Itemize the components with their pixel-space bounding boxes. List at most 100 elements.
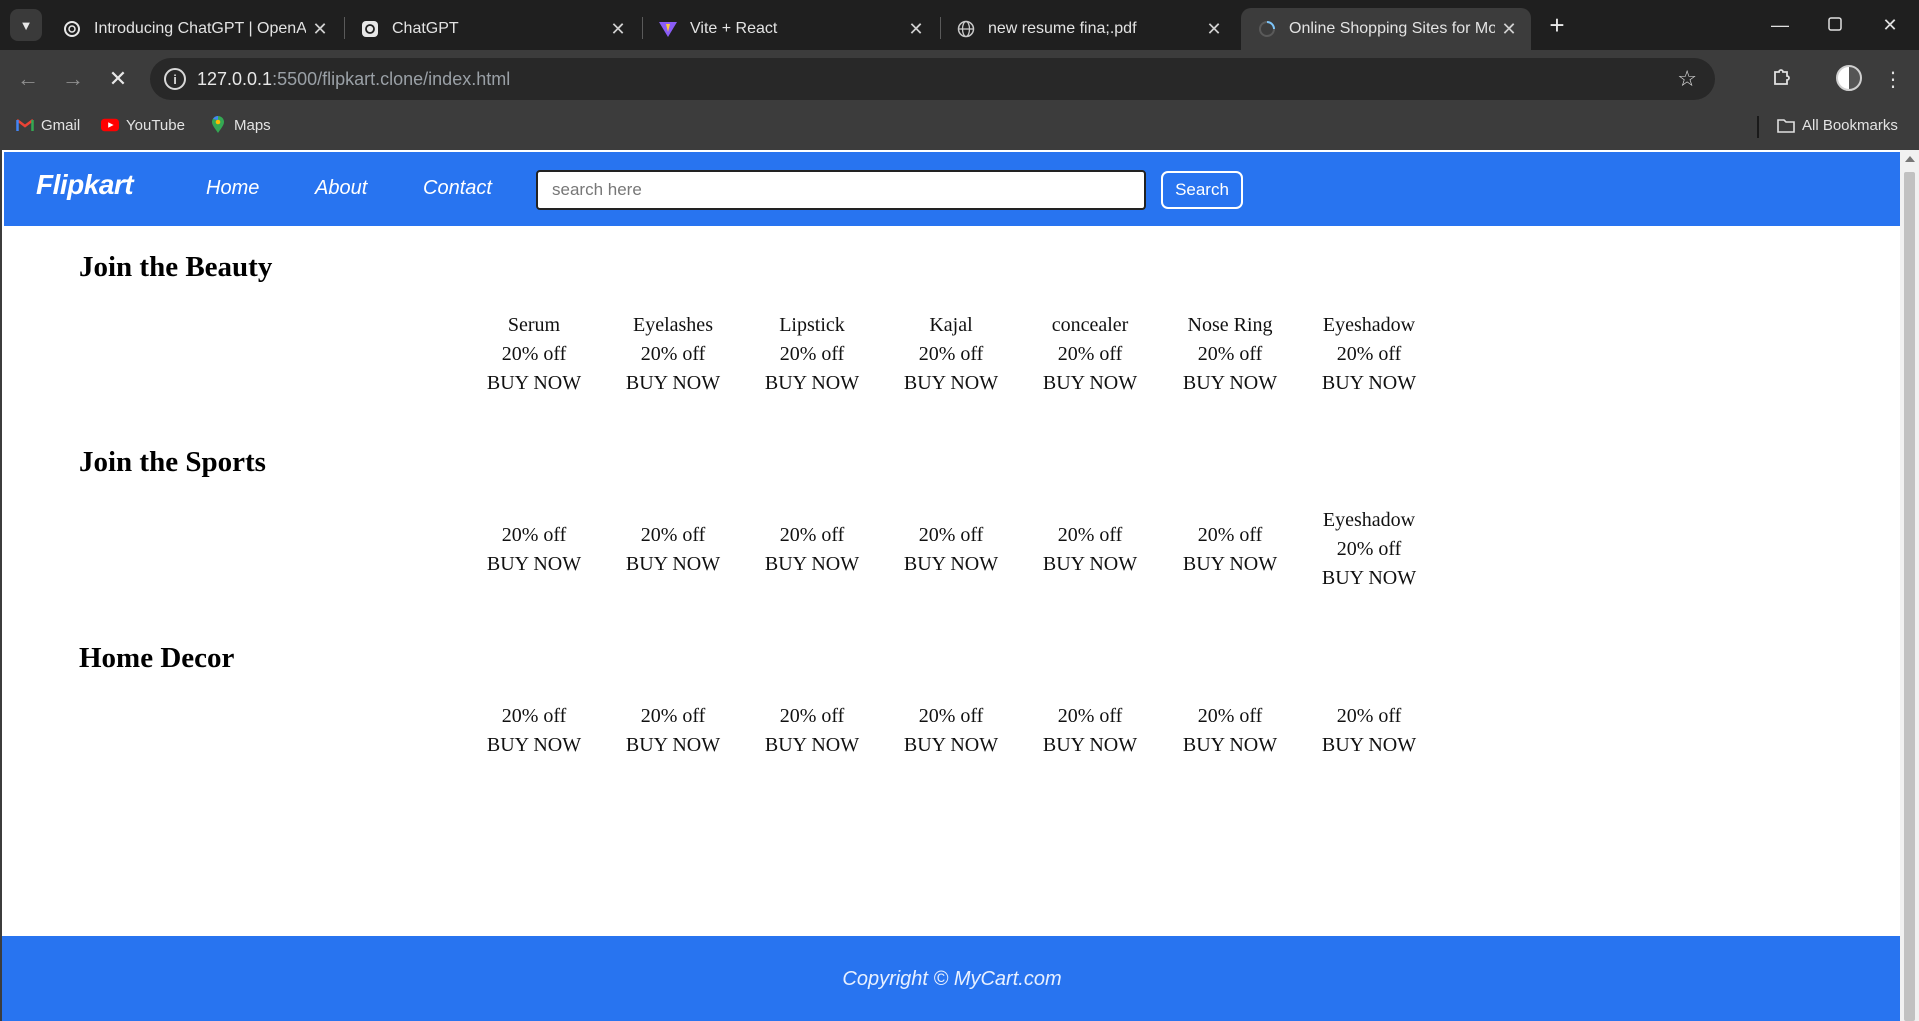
buy-now-button[interactable]: BUY NOW	[742, 731, 882, 760]
product-card[interactable]: Kajal 20% off BUY NOW	[881, 311, 1021, 398]
nav-link-about[interactable]: About	[315, 177, 367, 200]
product-card[interactable]: 20% off BUY NOW	[881, 521, 1021, 579]
tab-title: Vite + React	[690, 20, 778, 37]
nav-link-home[interactable]: Home	[206, 177, 259, 200]
product-card[interactable]: concealer 20% off BUY NOW	[1020, 311, 1160, 398]
youtube-icon	[101, 116, 119, 134]
product-name: Eyeshadow	[1322, 314, 1416, 336]
product-card[interactable]: 20% off BUY NOW	[1020, 702, 1160, 760]
new-tab-button[interactable]: +	[1541, 8, 1573, 42]
product-card[interactable]: 20% off BUY NOW	[603, 521, 743, 579]
tab-title: Introducing ChatGPT | OpenAI	[94, 20, 306, 37]
bookmark-youtube[interactable]: YouTube	[101, 116, 185, 134]
close-icon[interactable]: ✕	[902, 19, 930, 40]
buy-now-button[interactable]: BUY NOW	[1160, 369, 1300, 398]
product-card[interactable]: 20% off BUY NOW	[1160, 702, 1300, 760]
minimize-button[interactable]: —	[1752, 0, 1808, 50]
chevron-down-icon: ▼	[19, 17, 33, 33]
close-icon[interactable]: ✕	[604, 19, 632, 40]
close-icon[interactable]: ✕	[306, 19, 334, 40]
close-icon: ✕	[1882, 14, 1898, 35]
bookmark-maps[interactable]: Maps	[209, 116, 271, 134]
tab-title: Online Shopping Sites for Mobi	[1289, 20, 1495, 37]
close-icon[interactable]: ✕	[1200, 19, 1228, 40]
product-card[interactable]: 20% off BUY NOW	[1020, 521, 1160, 579]
profile-avatar[interactable]	[1836, 65, 1862, 91]
all-bookmarks-button[interactable]: All Bookmarks	[1777, 116, 1898, 134]
brand-logo[interactable]: Flipkart	[36, 169, 134, 201]
browser-menu-button[interactable]: ⋮	[1877, 63, 1909, 95]
product-card[interactable]: 20% off BUY NOW	[1160, 521, 1300, 579]
forward-button[interactable]: →	[57, 63, 89, 95]
vite-icon	[658, 19, 678, 39]
buy-now-button[interactable]: BUY NOW	[603, 369, 743, 398]
page-viewport: Flipkart Home About Contact Search Join …	[0, 150, 1900, 1021]
kebab-menu-icon: ⋮	[1883, 68, 1903, 91]
product-card[interactable]: 20% off BUY NOW	[1299, 702, 1439, 760]
buy-now-button[interactable]: BUY NOW	[464, 550, 604, 579]
back-button[interactable]: ←	[12, 63, 44, 95]
scroll-up-arrow-icon[interactable]	[1905, 156, 1915, 162]
product-card[interactable]: 20% off BUY NOW	[464, 521, 604, 579]
product-card[interactable]: 20% off BUY NOW	[881, 702, 1021, 760]
buy-now-button[interactable]: BUY NOW	[881, 369, 1021, 398]
site-info-icon[interactable]: i	[164, 68, 186, 90]
product-name: Lipstick	[779, 314, 845, 336]
arrow-left-icon: ←	[17, 66, 39, 91]
buy-now-button[interactable]: BUY NOW	[1020, 731, 1160, 760]
product-card[interactable]: 20% off BUY NOW	[464, 702, 604, 760]
buy-now-button[interactable]: BUY NOW	[464, 369, 604, 398]
product-card[interactable]: 20% off BUY NOW	[603, 702, 743, 760]
tab-title: ChatGPT	[392, 20, 459, 37]
product-discount: 20% off	[640, 524, 706, 546]
buy-now-button[interactable]: BUY NOW	[881, 550, 1021, 579]
buy-now-button[interactable]: BUY NOW	[1020, 550, 1160, 579]
section-title-beauty: Join the Beauty	[79, 251, 273, 283]
address-bar[interactable]: i 127.0.0.1:5500/flipkart.clone/index.ht…	[150, 58, 1715, 100]
close-icon: ✕	[108, 66, 128, 91]
browser-tab[interactable]: ChatGPT ✕	[344, 8, 640, 50]
site-navbar: Flipkart Home About Contact Search	[4, 152, 1900, 226]
product-card[interactable]: Nose Ring 20% off BUY NOW	[1160, 311, 1300, 398]
product-card[interactable]: Lipstick 20% off BUY NOW	[742, 311, 882, 398]
buy-now-button[interactable]: BUY NOW	[742, 550, 882, 579]
globe-icon	[956, 19, 976, 39]
gmail-icon	[16, 116, 34, 134]
buy-now-button[interactable]: BUY NOW	[881, 731, 1021, 760]
bookmark-gmail[interactable]: Gmail	[16, 116, 80, 134]
buy-now-button[interactable]: BUY NOW	[1299, 369, 1439, 398]
page-scrollbar[interactable]	[1900, 150, 1919, 1021]
buy-now-button[interactable]: BUY NOW	[603, 550, 743, 579]
extensions-button[interactable]	[1766, 63, 1798, 95]
buy-now-button[interactable]: BUY NOW	[603, 731, 743, 760]
browser-tab[interactable]: Vite + React ✕	[642, 8, 938, 50]
buy-now-button[interactable]: BUY NOW	[1299, 731, 1439, 760]
browser-tab-active[interactable]: Online Shopping Sites for Mobi ✕	[1241, 8, 1531, 50]
browser-tab[interactable]: Introducing ChatGPT | OpenAI ✕	[46, 8, 342, 50]
product-name: Eyelashes	[633, 314, 713, 336]
close-window-button[interactable]: ✕	[1862, 0, 1918, 50]
bookmark-star-icon[interactable]: ☆	[1677, 66, 1697, 92]
product-card[interactable]: 20% off BUY NOW	[742, 521, 882, 579]
product-card[interactable]: Eyelashes 20% off BUY NOW	[603, 311, 743, 398]
tab-search-menu-button[interactable]: ▼	[10, 9, 42, 41]
nav-link-contact[interactable]: Contact	[423, 177, 492, 200]
close-icon[interactable]: ✕	[1495, 19, 1523, 40]
product-card[interactable]: Eyeshadow 20% off BUY NOW	[1299, 311, 1439, 398]
product-discount: 20% off	[1057, 343, 1123, 365]
scrollbar-thumb[interactable]	[1904, 172, 1915, 1021]
browser-tab[interactable]: new resume fina;.pdf ✕	[940, 8, 1236, 50]
product-card[interactable]: Eyeshadow 20% off BUY NOW	[1299, 506, 1439, 593]
search-input[interactable]	[536, 170, 1146, 210]
buy-now-button[interactable]: BUY NOW	[1020, 369, 1160, 398]
stop-loading-button[interactable]: ✕	[102, 63, 134, 95]
buy-now-button[interactable]: BUY NOW	[1299, 564, 1439, 593]
maximize-button[interactable]	[1807, 0, 1863, 50]
search-button[interactable]: Search	[1161, 171, 1243, 209]
buy-now-button[interactable]: BUY NOW	[742, 369, 882, 398]
buy-now-button[interactable]: BUY NOW	[1160, 731, 1300, 760]
buy-now-button[interactable]: BUY NOW	[1160, 550, 1300, 579]
product-card[interactable]: Serum 20% off BUY NOW	[464, 311, 604, 398]
product-card[interactable]: 20% off BUY NOW	[742, 702, 882, 760]
buy-now-button[interactable]: BUY NOW	[464, 731, 604, 760]
